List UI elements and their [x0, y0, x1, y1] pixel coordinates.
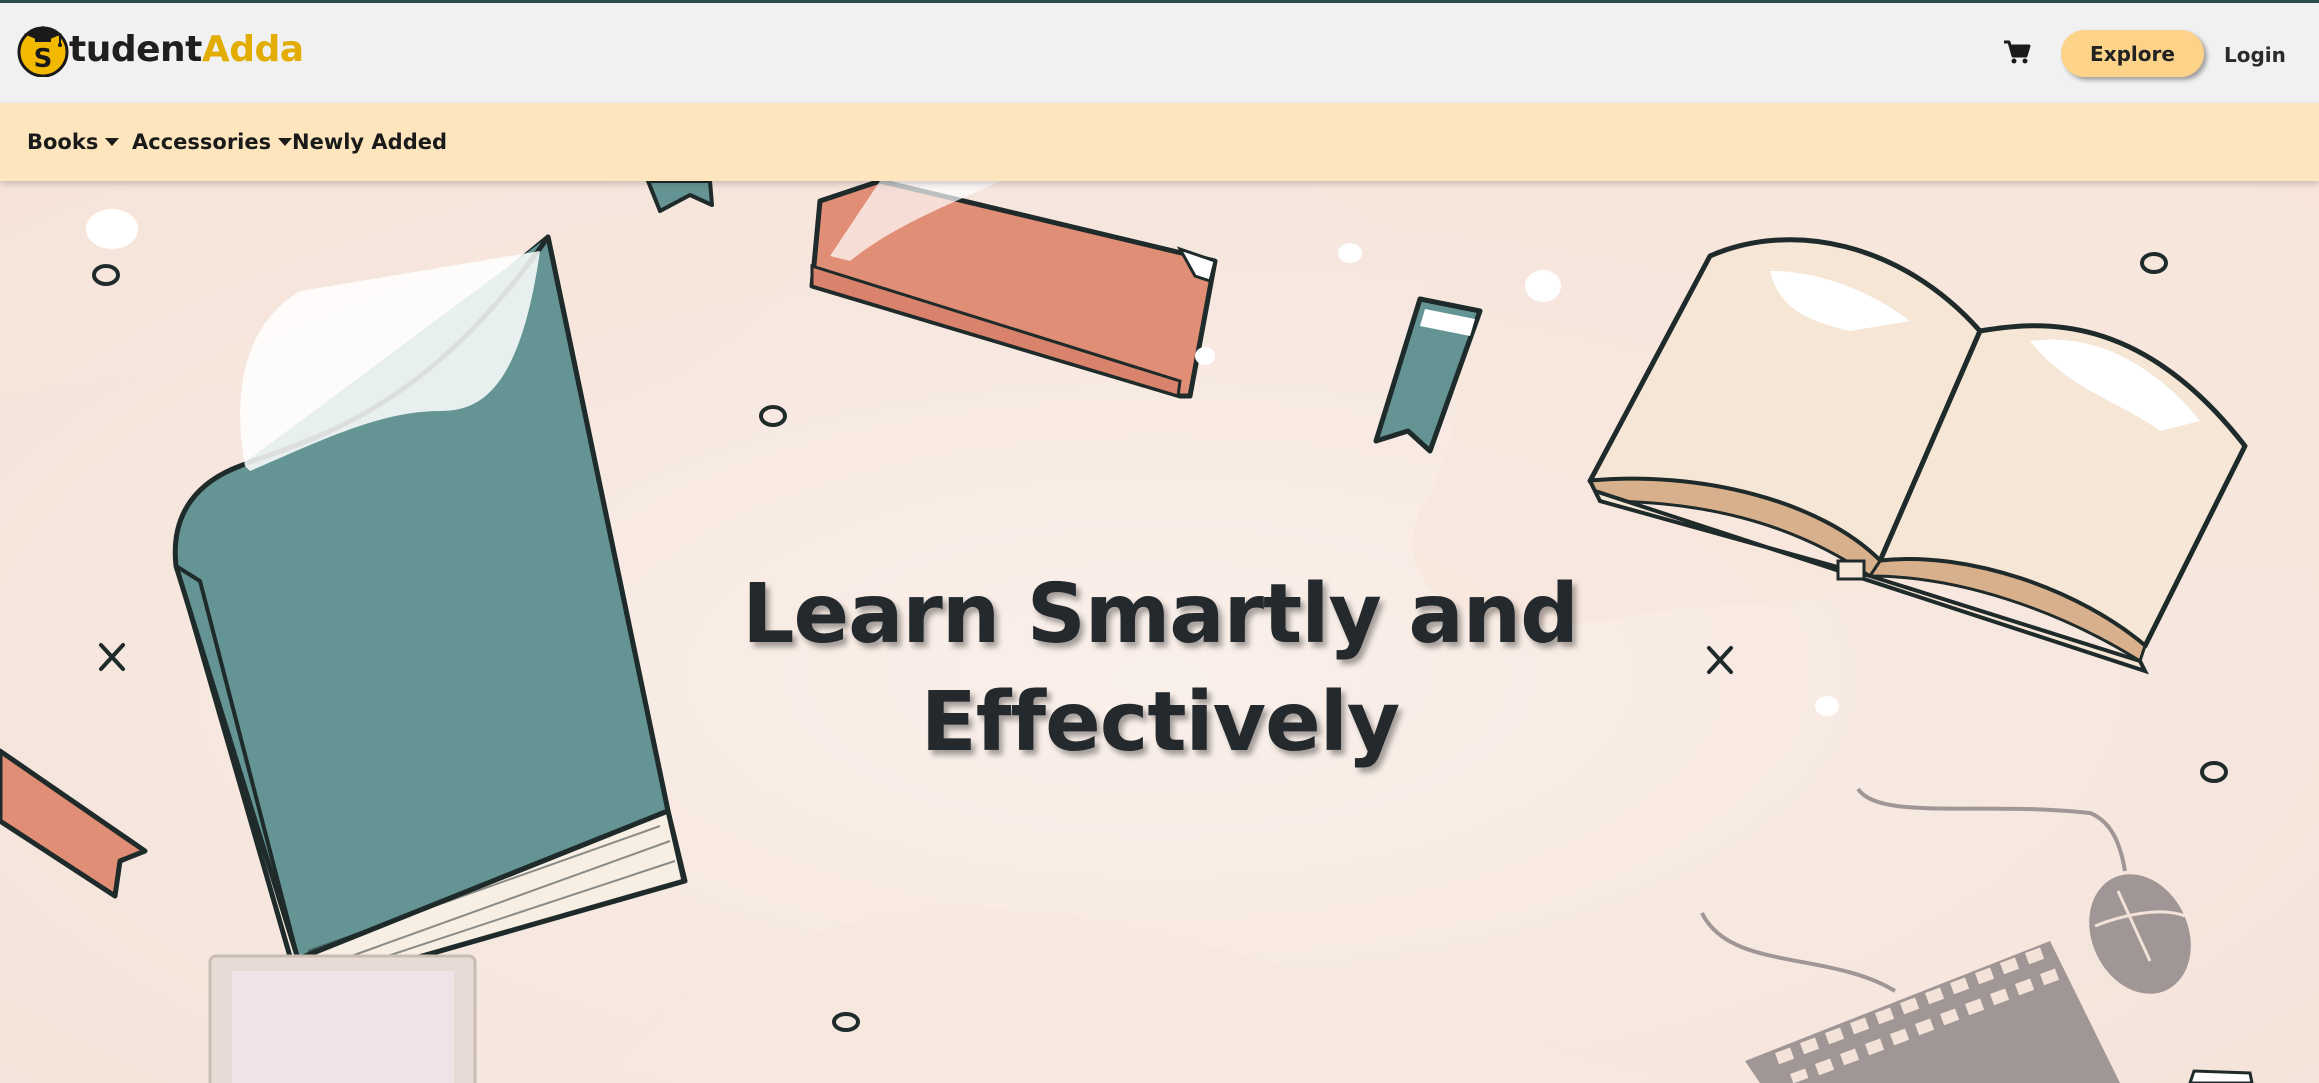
- phone-corner-icon: [2188, 1069, 2254, 1083]
- brand-name-prefix: tudent: [69, 28, 202, 70]
- coral-book-icon: [809, 181, 1218, 399]
- hero-banner: Learn Smartly and Effectively: [0, 181, 2319, 1083]
- tablet-icon: [208, 954, 477, 1083]
- explore-button[interactable]: Explore: [2061, 30, 2204, 77]
- logo-mark-letter: S: [34, 44, 53, 74]
- nav-item-accessories[interactable]: Accessories: [132, 127, 293, 157]
- brand-logo[interactable]: S tudentAdda: [16, 19, 304, 79]
- category-navbar: Books Accessories Newly Added: [0, 103, 2319, 181]
- brand-name: tudentAdda: [69, 29, 304, 70]
- site-header: S tudentAdda Explore Login: [0, 3, 2319, 103]
- hero-headline-line2: Effectively: [920, 675, 1401, 770]
- nav-item-label: Accessories: [132, 130, 272, 154]
- nav-item-newly-added[interactable]: Newly Added: [292, 127, 447, 157]
- login-link[interactable]: Login: [2224, 41, 2286, 69]
- caret-down-icon: [105, 138, 120, 146]
- hero-headline: Learn Smartly and Effectively: [660, 561, 1660, 777]
- keyboard-icon: [1700, 912, 2120, 1083]
- nav-item-books[interactable]: Books: [27, 127, 120, 157]
- shopping-cart-icon[interactable]: [2003, 39, 2031, 65]
- background-blob: [600, 908, 1700, 1083]
- nav-item-label: Books: [27, 130, 99, 154]
- brand-name-suffix: Adda: [201, 28, 304, 70]
- coral-bookmark-icon: [0, 748, 148, 899]
- caret-down-icon: [278, 138, 293, 146]
- hero-headline-line1: Learn Smartly and: [742, 567, 1579, 662]
- nav-item-label: Newly Added: [292, 130, 448, 154]
- graduation-cap-logo-icon: S: [17, 25, 69, 77]
